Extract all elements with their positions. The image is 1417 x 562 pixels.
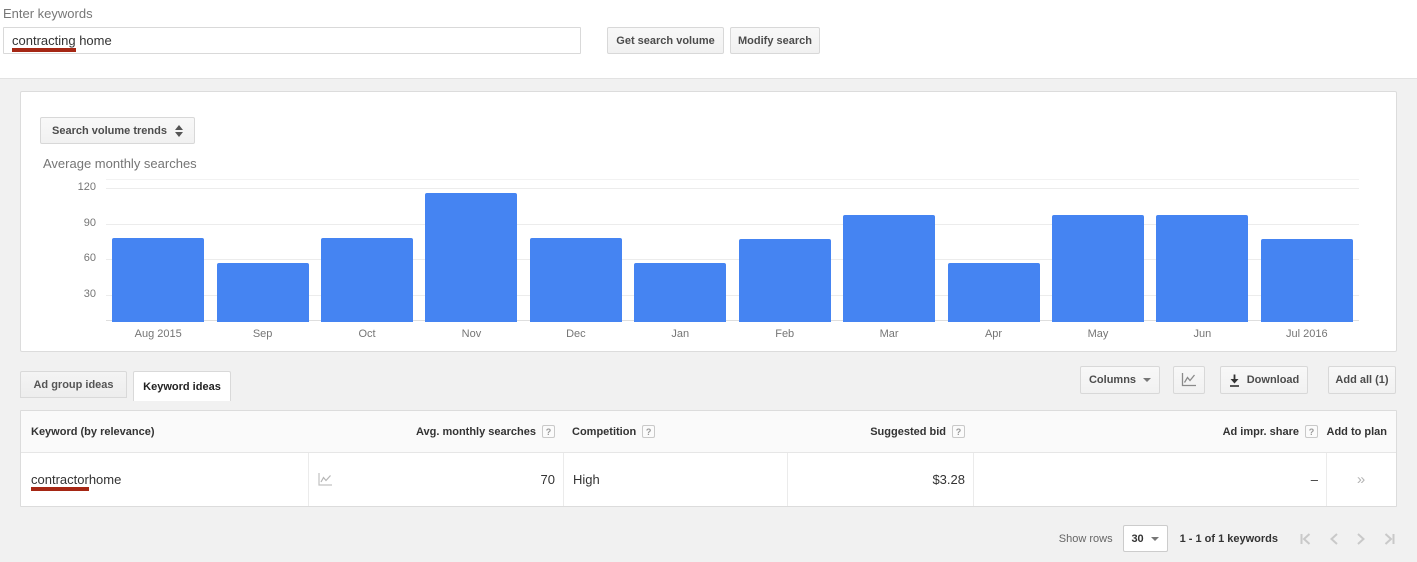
last-page-button[interactable] [1382, 532, 1397, 546]
bar-jul-2016 [1261, 239, 1353, 322]
chart-title: Average monthly searches [43, 156, 197, 171]
keyword-planner-page: Enter keywords contracting home Get sear… [0, 0, 1417, 562]
keyword-rest: home [89, 472, 122, 487]
x-tick-label: Nov [419, 328, 523, 340]
y-tick-label: 60 [54, 252, 96, 264]
table-footer: Show rows 30 1 - 1 of 1 keywords [1059, 524, 1397, 553]
help-icon[interactable]: ? [952, 425, 965, 438]
keyword-underlined-word: contractor [31, 472, 89, 487]
next-page-button[interactable] [1355, 532, 1367, 546]
rows-per-page-value: 30 [1131, 533, 1143, 545]
modify-search-button[interactable]: Modify search [730, 27, 820, 54]
suggested-bid-cell: $3.28 [787, 453, 973, 506]
download-icon [1229, 374, 1240, 387]
bar-aug-2015 [112, 238, 204, 322]
bar-may [1052, 215, 1144, 322]
tab-ad-group-ideas[interactable]: Ad group ideas [20, 371, 127, 398]
caret-down-icon [1143, 378, 1151, 382]
download-button-label: Download [1247, 374, 1300, 386]
bar-apr [948, 263, 1040, 322]
add-to-plan-cell: » [1326, 453, 1395, 506]
x-tick-label: Feb [733, 328, 837, 340]
enter-keywords-label: Enter keywords [3, 6, 93, 21]
x-tick-label: Jun [1150, 328, 1254, 340]
table-header-row: Keyword (by relevance) Avg. monthly sear… [21, 411, 1396, 453]
bar-nov [425, 193, 517, 322]
y-tick-label: 120 [54, 181, 96, 193]
first-page-button[interactable] [1298, 532, 1313, 546]
x-tick-label: Sep [210, 328, 314, 340]
help-icon[interactable]: ? [642, 425, 655, 438]
column-header-keyword: Keyword (by relevance) [21, 411, 308, 452]
bar-jun [1156, 215, 1248, 322]
x-tick-label: Jan [628, 328, 732, 340]
competition-cell: High [563, 453, 787, 506]
x-tick-label: Aug 2015 [106, 328, 210, 340]
pagination-range-text: 1 - 1 of 1 keywords [1180, 533, 1278, 545]
search-volume-trends-card: Search volume trends Average monthly sea… [20, 91, 1397, 352]
column-header-competition: Competition ? [563, 411, 787, 452]
trend-chart-icon[interactable] [318, 473, 333, 486]
keywords-input-misspelled-word: contracting [12, 33, 76, 48]
bar-feb [739, 239, 831, 322]
table-row: contractor home 70 High $3.28 – [21, 453, 1396, 506]
x-tick-label: May [1046, 328, 1150, 340]
y-tick-label: 30 [54, 288, 96, 300]
line-chart-icon [1181, 373, 1197, 387]
x-tick-label: Mar [837, 328, 941, 340]
chart-toggle-button[interactable] [1173, 366, 1205, 394]
x-tick-label: Jul 2016 [1255, 328, 1359, 340]
rows-per-page-select[interactable]: 30 [1123, 525, 1168, 552]
avg-monthly-searches-value: 70 [541, 472, 555, 487]
keywords-input-rest: home [76, 33, 112, 48]
x-tick-label: Dec [524, 328, 628, 340]
add-to-plan-button[interactable]: » [1357, 471, 1365, 488]
columns-button[interactable]: Columns [1080, 366, 1160, 394]
x-tick-label: Apr [941, 328, 1045, 340]
gridline [106, 188, 1359, 189]
help-icon[interactable]: ? [542, 425, 555, 438]
column-header-ad-impr-share: Ad impr. share ? [973, 411, 1326, 452]
y-tick-label: 90 [54, 217, 96, 229]
caret-down-icon [1151, 537, 1159, 541]
add-all-button[interactable]: Add all (1) [1328, 366, 1396, 394]
search-volume-trends-dropdown[interactable]: Search volume trends [40, 117, 195, 144]
column-header-add-to-plan: Add to plan [1326, 411, 1395, 452]
column-header-suggested-bid: Suggested bid ? [787, 411, 973, 452]
column-header-avg-monthly-searches: Avg. monthly searches ? [308, 411, 563, 452]
search-volume-trends-label: Search volume trends [52, 125, 167, 137]
ad-impr-share-cell: – [973, 453, 1326, 506]
keyword-ideas-table: Keyword (by relevance) Avg. monthly sear… [20, 410, 1397, 507]
pagination-controls [1298, 532, 1397, 546]
keyword-cell[interactable]: contractor home [21, 453, 308, 506]
help-icon[interactable]: ? [1305, 425, 1318, 438]
x-tick-label: Oct [315, 328, 419, 340]
sort-arrows-icon [175, 125, 183, 137]
chart-plot: 306090120Aug 2015SepOctNovDecJanFebMarAp… [106, 179, 1359, 321]
avg-monthly-searches-cell: 70 [308, 453, 563, 506]
tab-keyword-ideas[interactable]: Keyword ideas [133, 371, 231, 401]
previous-page-button[interactable] [1328, 532, 1340, 546]
header-divider [0, 78, 1417, 79]
columns-button-label: Columns [1089, 374, 1136, 386]
keywords-input[interactable]: contracting home [3, 27, 581, 54]
get-search-volume-button[interactable]: Get search volume [607, 27, 724, 54]
bar-dec [530, 238, 622, 322]
bar-jan [634, 263, 726, 322]
bar-oct [321, 238, 413, 322]
show-rows-label: Show rows [1059, 533, 1113, 545]
download-button[interactable]: Download [1220, 366, 1308, 394]
bar-sep [217, 263, 309, 322]
bar-mar [843, 215, 935, 322]
